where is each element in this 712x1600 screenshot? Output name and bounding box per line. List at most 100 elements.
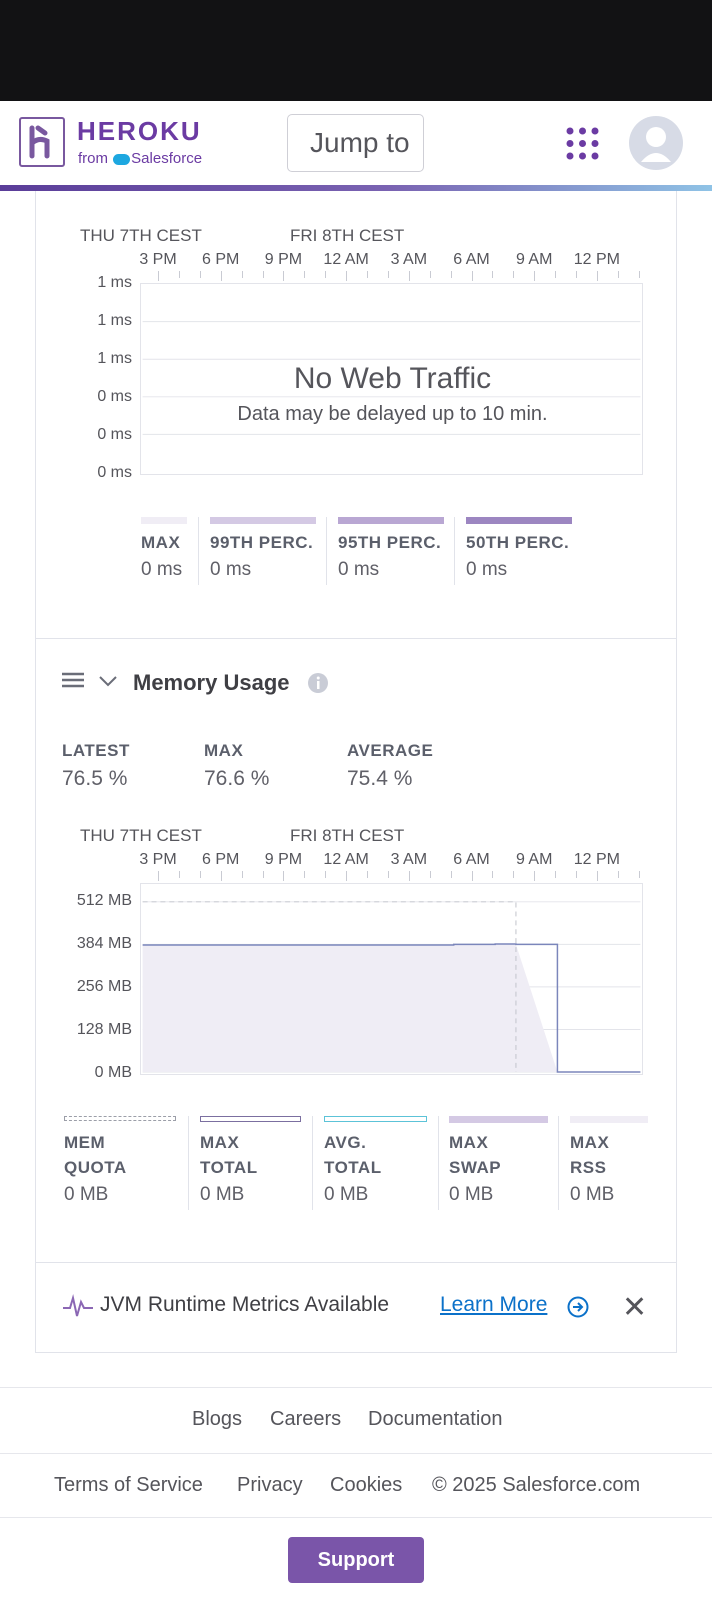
arrow-circle-right-icon[interactable] <box>567 1296 589 1323</box>
legend-swatch-mem-quota <box>64 1116 176 1121</box>
legend-divider <box>312 1116 313 1210</box>
x-tick-label: 6 PM <box>202 851 240 868</box>
brand-name[interactable]: HEROKU <box>77 116 202 147</box>
x-tick-mark <box>408 871 410 881</box>
x-tick-mark <box>450 271 452 278</box>
x-tick-mark <box>576 271 577 278</box>
x-tick-mark <box>492 271 494 278</box>
day-label-thu: THU 7TH CEST <box>80 826 202 845</box>
legend-label-line: RSS <box>570 1158 607 1177</box>
legend-label-line: TOTAL <box>200 1158 258 1177</box>
x-tick-mark <box>471 271 473 281</box>
x-tick-mark <box>596 871 598 881</box>
x-tick-mark <box>241 871 243 878</box>
x-tick-label: 3 PM <box>139 851 177 868</box>
x-tick-mark <box>178 871 180 878</box>
legend-value-max-total: 0 MB <box>200 1184 245 1205</box>
legend-swatch-50th <box>466 517 572 524</box>
heroku-logo-icon[interactable] <box>19 117 65 167</box>
info-icon[interactable] <box>307 672 329 699</box>
no-traffic-subtitle: Data may be delayed up to 10 min. <box>237 403 548 425</box>
y-tick-label: 128 MB <box>76 1021 132 1038</box>
y-tick-label: 0 MB <box>94 1064 132 1081</box>
x-tick-mark <box>304 871 306 878</box>
stat-label-latest: LATEST <box>62 741 130 760</box>
x-tick-mark <box>241 271 243 278</box>
legend-label-max-total: MAX TOTAL <box>200 1130 258 1180</box>
legend-divider <box>326 517 327 585</box>
legend-value-99th: 0 ms <box>210 559 252 580</box>
section-divider <box>35 1262 677 1263</box>
y-tick-label: 1 ms <box>97 350 132 367</box>
x-tick-mark <box>158 271 159 281</box>
x-tick-mark <box>262 871 264 878</box>
x-tick-label: 12 AM <box>323 251 369 268</box>
x-tick-mark <box>346 271 348 281</box>
footer-divider <box>0 1387 712 1388</box>
user-avatar[interactable] <box>629 116 683 170</box>
x-tick-mark <box>199 271 201 278</box>
x-tick-mark <box>638 871 640 878</box>
x-tick-label: 9 PM <box>264 251 303 268</box>
x-tick-mark <box>638 271 640 278</box>
x-tick-mark <box>429 871 431 878</box>
legend-label-avg-total: AVG. TOTAL <box>324 1130 382 1180</box>
x-tick-mark <box>617 871 619 878</box>
footer-link-careers[interactable]: Careers <box>270 1408 341 1431</box>
footer-link-privacy[interactable]: Privacy <box>237 1474 303 1497</box>
day-label-thu: THU 7TH CEST <box>80 226 202 245</box>
close-icon[interactable]: ✕ <box>622 1290 647 1325</box>
jump-to-search-input[interactable]: Jump to <box>287 114 424 172</box>
apps-grid-icon[interactable] <box>565 126 600 161</box>
legend-label-line: MEM <box>64 1133 106 1152</box>
status-bar <box>0 0 712 101</box>
brand-subtitle: from Salesforce <box>78 150 202 167</box>
y-tick-label: 0 ms <box>97 464 132 481</box>
x-tick-mark <box>178 271 180 278</box>
support-button[interactable]: Support <box>288 1537 424 1583</box>
legend-swatch-max <box>141 517 187 524</box>
x-tick-mark <box>220 271 222 281</box>
learn-more-link[interactable]: Learn More <box>440 1293 547 1317</box>
chevron-down-icon[interactable] <box>98 674 118 692</box>
x-tick-mark <box>513 271 515 278</box>
legend-label-50th: 50TH PERC. <box>466 533 570 552</box>
brand-sub-salesforce: Salesforce <box>131 150 203 167</box>
pulse-icon <box>63 1294 93 1325</box>
footer-link-terms[interactable]: Terms of Service <box>54 1474 203 1497</box>
footer-link-cookies[interactable]: Cookies <box>330 1474 402 1497</box>
legend-value-95th: 0 ms <box>338 559 380 580</box>
legend-value-max: 0 ms <box>141 559 183 580</box>
memory-usage-chart[interactable] <box>140 883 643 1075</box>
x-tick-label: 6 PM <box>202 251 240 268</box>
legend-label-95th: 95TH PERC. <box>338 533 442 552</box>
drag-handle-icon[interactable] <box>62 672 84 693</box>
legend-label-line: QUOTA <box>64 1158 127 1177</box>
stat-value-max: 76.6 % <box>204 767 270 790</box>
x-tick-mark <box>367 271 368 278</box>
y-tick-label: 1 ms <box>97 312 132 329</box>
x-tick-label: 3 AM <box>390 851 428 868</box>
x-tick-mark <box>492 871 494 878</box>
x-tick-mark <box>513 871 515 878</box>
x-tick-mark <box>346 871 348 881</box>
legend-divider <box>198 517 199 585</box>
x-tick-mark <box>283 871 285 881</box>
legend-label-max-swap: MAX SWAP <box>449 1130 501 1180</box>
x-tick-mark <box>262 271 264 278</box>
footer-link-blogs[interactable]: Blogs <box>192 1408 242 1431</box>
legend-swatch-max-rss <box>570 1116 648 1123</box>
x-tick-mark <box>429 271 431 278</box>
legend-label-mem-quota: MEM QUOTA <box>64 1130 127 1180</box>
footer-link-documentation[interactable]: Documentation <box>368 1408 503 1431</box>
x-tick-mark <box>408 271 410 281</box>
x-tick-label: 6 AM <box>453 251 490 268</box>
x-tick-mark <box>158 871 159 881</box>
legend-swatch-avg-total <box>324 1116 427 1122</box>
y-tick-label: 0 ms <box>97 426 132 443</box>
stat-value-average: 75.4 % <box>347 767 413 790</box>
x-tick-mark <box>304 271 306 278</box>
x-tick-mark <box>555 271 557 278</box>
legend-label-99th: 99TH PERC. <box>210 533 314 552</box>
legend-swatch-95th <box>338 517 444 524</box>
